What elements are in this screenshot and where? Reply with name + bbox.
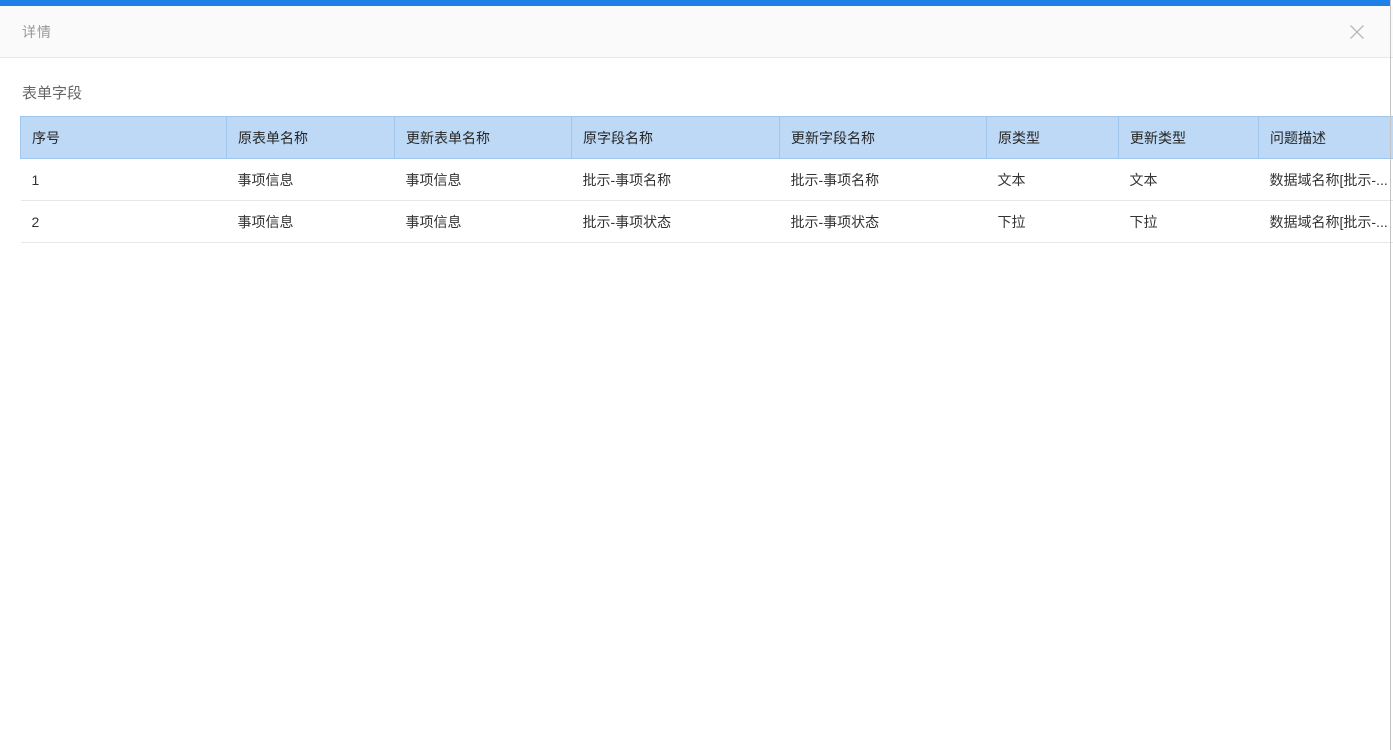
cell-original-field-name: 批示-事项名称 (571, 158, 780, 201)
column-header-original-type: 原类型 (986, 116, 1119, 159)
cell-original-type: 下拉 (986, 200, 1119, 243)
cell-issue-description: 数据域名称[批示-... (1258, 200, 1393, 243)
cell-original-form-name: 事项信息 (226, 158, 395, 201)
modal-body: 表单字段 序号 原表单名称 更新表单名称 原字段名称 更新字段名称 原类型 更新… (0, 58, 1393, 243)
column-header-updated-type: 更新类型 (1118, 116, 1259, 159)
close-icon (1350, 24, 1364, 39)
cell-original-form-name: 事项信息 (226, 200, 395, 243)
column-header-index: 序号 (20, 116, 227, 159)
cell-updated-field-name: 批示-事项名称 (779, 158, 987, 201)
cell-updated-field-name: 批示-事项状态 (779, 200, 987, 243)
column-header-original-field-name: 原字段名称 (571, 116, 780, 159)
cell-updated-type: 文本 (1118, 158, 1259, 201)
cell-issue-description: 数据域名称[批示-... (1258, 158, 1393, 201)
cell-original-type: 文本 (986, 158, 1119, 201)
page-right-border (1390, 0, 1391, 750)
section-title: 表单字段 (22, 85, 83, 102)
table-row: 2 事项信息 事项信息 批示-事项状态 批示-事项状态 下拉 下拉 数据域名称[… (20, 200, 1393, 243)
cell-updated-type: 下拉 (1118, 200, 1259, 243)
modal-header: 详情 (0, 6, 1393, 58)
table-header-row: 序号 原表单名称 更新表单名称 原字段名称 更新字段名称 原类型 更新类型 问题… (20, 116, 1393, 159)
cell-index: 1 (20, 158, 227, 201)
form-fields-table-wrap: 序号 原表单名称 更新表单名称 原字段名称 更新字段名称 原类型 更新类型 问题… (20, 116, 1393, 243)
column-header-issue-description: 问题描述 (1258, 116, 1393, 159)
cell-original-field-name: 批示-事项状态 (571, 200, 780, 243)
details-modal: 详情 表单字段 序号 原表单名称 更新表单名称 原字段名称 更新字段名称 原类型… (0, 0, 1393, 750)
table-row: 1 事项信息 事项信息 批示-事项名称 批示-事项名称 文本 文本 数据域名称[… (20, 158, 1393, 201)
cell-updated-form-name: 事项信息 (394, 200, 572, 243)
column-header-updated-field-name: 更新字段名称 (779, 116, 987, 159)
close-button[interactable] (1344, 19, 1370, 45)
modal-title: 详情 (22, 23, 52, 40)
cell-index: 2 (20, 200, 227, 243)
column-header-original-form-name: 原表单名称 (226, 116, 395, 159)
form-fields-table: 序号 原表单名称 更新表单名称 原字段名称 更新字段名称 原类型 更新类型 问题… (20, 116, 1393, 243)
cell-updated-form-name: 事项信息 (394, 158, 572, 201)
column-header-updated-form-name: 更新表单名称 (394, 116, 572, 159)
